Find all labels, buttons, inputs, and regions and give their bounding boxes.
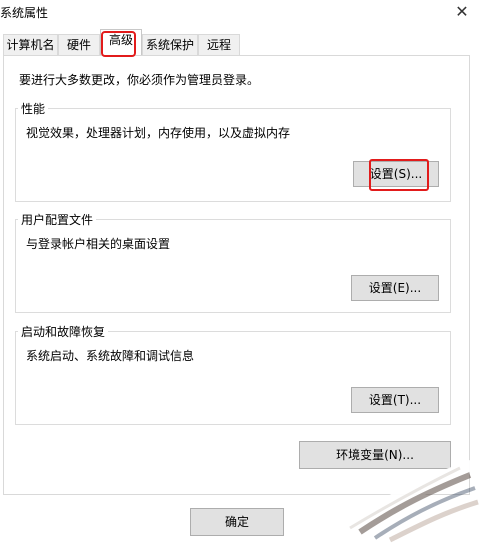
tab-strip: 计算机名 硬件 高级 系统保护 远程	[0, 29, 480, 56]
close-icon[interactable]: ✕	[450, 0, 474, 22]
window-title: 系统属性	[0, 6, 49, 20]
title-bar: 系统属性 ✕	[0, 0, 480, 24]
performance-settings-button[interactable]: 设置(S)...	[353, 161, 439, 187]
environment-variables-button[interactable]: 环境变量(N)...	[299, 441, 451, 469]
tab-hardware[interactable]: 硬件	[58, 34, 100, 55]
tab-advanced[interactable]: 高级	[100, 29, 142, 55]
tab-computer-name[interactable]: 计算机名	[3, 34, 58, 55]
user-profiles-group-title: 用户配置文件	[18, 211, 97, 228]
startup-recovery-group-title: 启动和故障恢复	[18, 323, 109, 340]
performance-description: 视觉效果，处理器计划，内存使用，以及虚拟内存	[26, 126, 291, 140]
tab-remote[interactable]: 远程	[198, 34, 240, 55]
admin-notice: 要进行大多数更改，你必须作为管理员登录。	[19, 73, 260, 87]
tab-system-protection[interactable]: 系统保护	[142, 34, 198, 55]
startup-recovery-description: 系统启动、系统故障和调试信息	[26, 349, 195, 363]
user-profiles-description: 与登录帐户相关的桌面设置	[26, 237, 171, 251]
user-profiles-settings-button[interactable]: 设置(E)...	[351, 275, 439, 301]
ok-button[interactable]: 确定	[190, 508, 284, 536]
performance-group	[15, 108, 451, 202]
startup-recovery-settings-button[interactable]: 设置(T)...	[351, 387, 439, 413]
performance-group-title: 性能	[18, 100, 49, 117]
